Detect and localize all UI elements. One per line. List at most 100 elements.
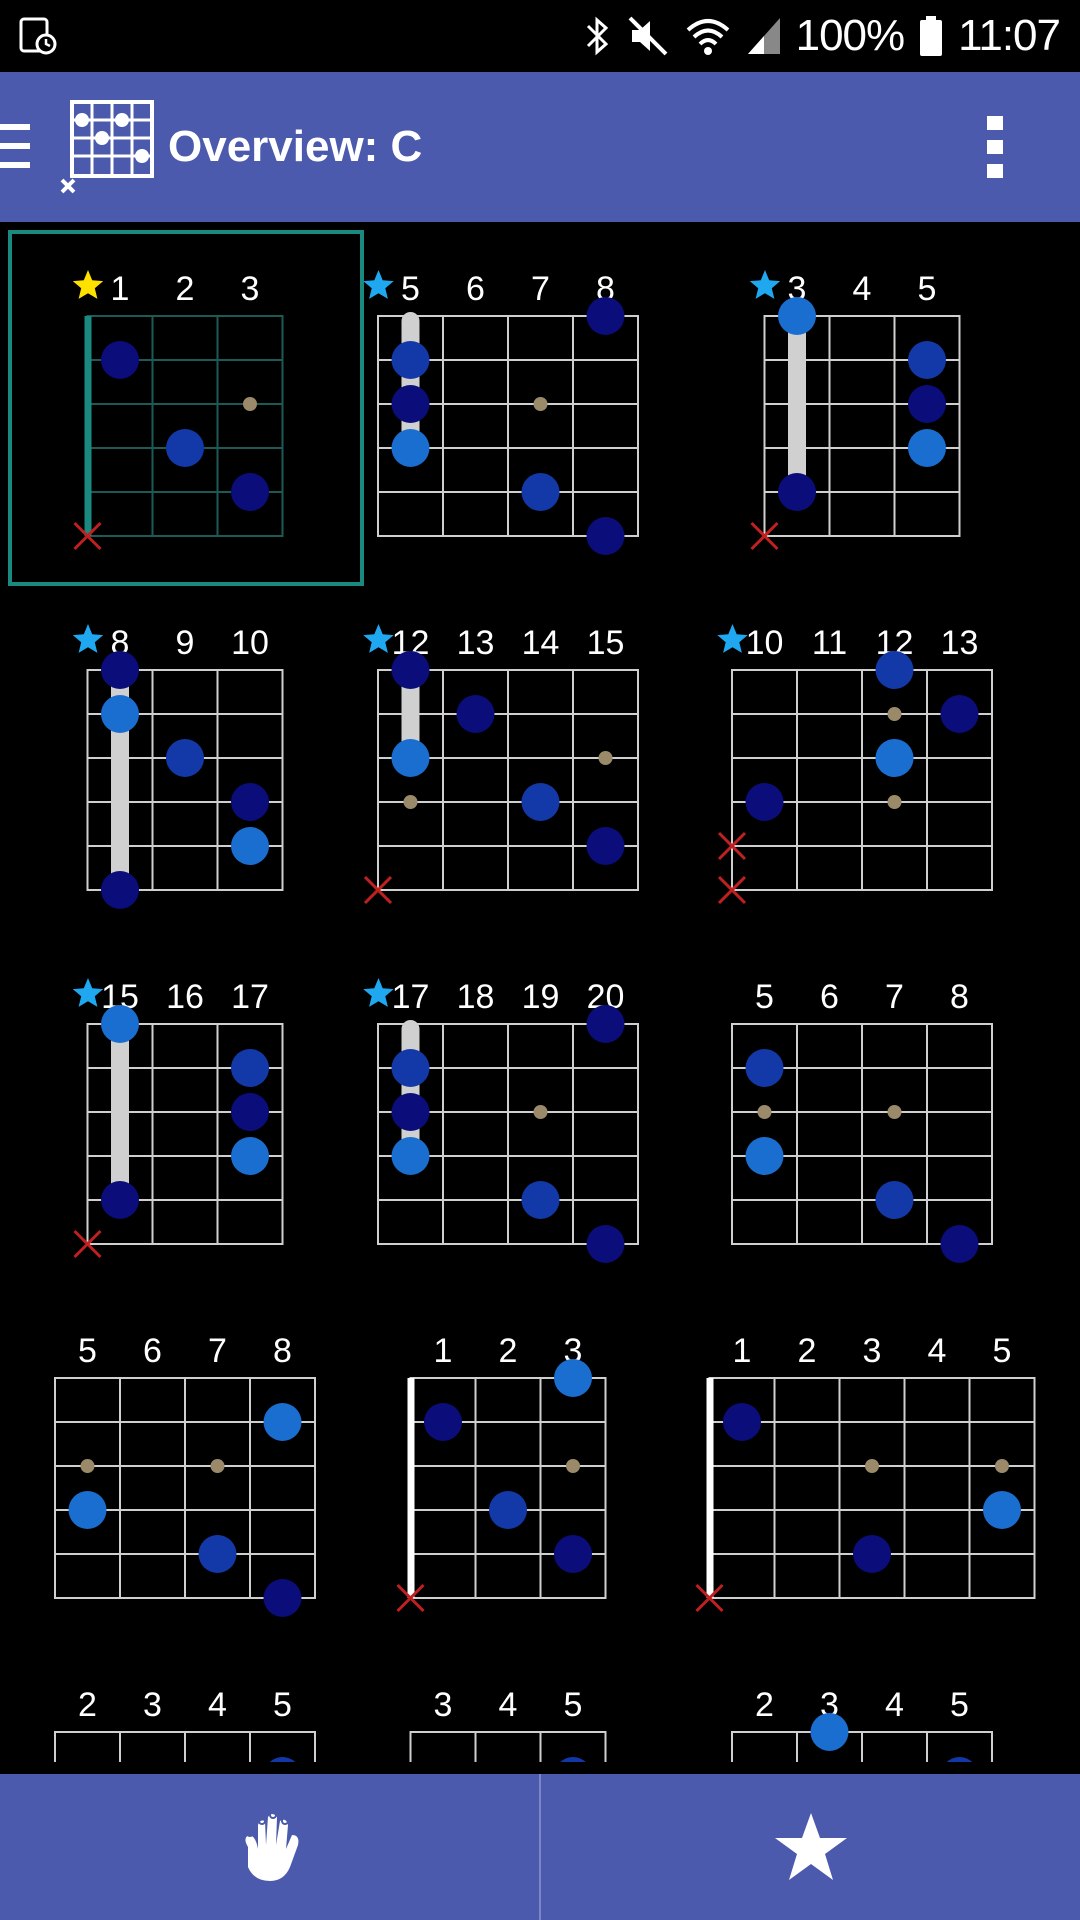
finger-dot bbox=[853, 1535, 891, 1573]
favorite-star-icon bbox=[363, 978, 394, 1007]
screen-timer-icon bbox=[19, 17, 57, 55]
finger-dot bbox=[983, 1491, 1021, 1529]
fret-number: 4 bbox=[208, 1686, 227, 1724]
mute-icon bbox=[628, 16, 668, 56]
fret-number: 5 bbox=[950, 1686, 969, 1724]
finger-dot bbox=[586, 1225, 625, 1263]
fret-number: 13 bbox=[941, 624, 979, 662]
fret-marker bbox=[533, 397, 548, 411]
fret-number: 4 bbox=[853, 270, 872, 308]
finger-mode-button[interactable] bbox=[0, 1774, 539, 1920]
finger-dot bbox=[586, 297, 625, 335]
page-title: Overview: C bbox=[168, 122, 423, 171]
finger-dot bbox=[810, 1713, 849, 1751]
fret-number: 7 bbox=[885, 978, 904, 1016]
finger-dot bbox=[166, 739, 204, 777]
fret-marker bbox=[757, 1105, 772, 1119]
finger-dot bbox=[231, 1093, 269, 1131]
finger-dot bbox=[875, 1181, 914, 1219]
fret-marker bbox=[887, 795, 902, 809]
chord-diagrams: 1 2 3 5 6 7 8 3 4 58 9 10 12 13 14 15 10 11 12 1315 16 17 17 18… bbox=[8, 230, 1036, 1762]
fret-number: 7 bbox=[531, 270, 550, 308]
fret-number: 3 bbox=[863, 1332, 882, 1370]
bottom-bar bbox=[0, 1774, 1080, 1920]
status-bar: 100% 11:07 bbox=[0, 0, 1080, 72]
finger-dot bbox=[166, 429, 204, 467]
finger-dot bbox=[231, 1049, 269, 1087]
battery-percent: 100% bbox=[795, 11, 906, 60]
finger-dot bbox=[231, 473, 269, 511]
app-logo-icon bbox=[60, 100, 154, 194]
finger-dot bbox=[391, 341, 430, 379]
finger-dot bbox=[521, 783, 560, 821]
fret-marker bbox=[865, 1459, 879, 1473]
finger-dot bbox=[456, 695, 495, 733]
finger-dot bbox=[554, 1535, 592, 1573]
finger-dot bbox=[269, 1757, 296, 1762]
finger-dot bbox=[908, 385, 946, 423]
chord-diagram[interactable]: 123 bbox=[8, 230, 364, 586]
finger-dot bbox=[586, 827, 625, 865]
fret-marker bbox=[598, 751, 613, 765]
fret-number: 4 bbox=[928, 1332, 947, 1370]
fret-marker bbox=[995, 1459, 1009, 1473]
fret-marker bbox=[887, 1105, 902, 1119]
fret-number: 9 bbox=[176, 624, 195, 662]
favorites-button[interactable] bbox=[541, 1774, 1080, 1920]
fret-number: 11 bbox=[812, 624, 847, 662]
fret-number: 14 bbox=[522, 624, 560, 662]
chord-diagram[interactable]: 10 11 12 13 bbox=[717, 624, 993, 905]
fret-number: 17 bbox=[231, 978, 269, 1016]
finger-dot bbox=[778, 297, 816, 335]
fret-number: 17 bbox=[392, 978, 430, 1016]
fret-number: 5 bbox=[918, 270, 937, 308]
favorite-star-icon bbox=[72, 978, 104, 1007]
clock: 11:07 bbox=[958, 11, 1061, 60]
finger-dot bbox=[908, 429, 946, 467]
chord-diagram[interactable]: 8 9 10 bbox=[72, 624, 284, 909]
chord-diagram[interactable]: 15 16 17 bbox=[72, 978, 284, 1259]
chord-diagram[interactable]: 345 bbox=[749, 270, 961, 551]
finger-dot bbox=[940, 1225, 979, 1263]
fret-marker bbox=[566, 1459, 580, 1473]
menu-icon[interactable] bbox=[0, 120, 34, 172]
finger-dot bbox=[391, 1049, 430, 1087]
signal-icon bbox=[747, 18, 780, 54]
finger-dot bbox=[391, 739, 430, 777]
barre bbox=[788, 312, 806, 496]
fret-marker bbox=[80, 1459, 95, 1473]
finger-dot bbox=[231, 783, 269, 821]
finger-dot bbox=[391, 1093, 430, 1131]
finger-dot bbox=[68, 1491, 107, 1529]
chord-diagram[interactable]: 2345 bbox=[54, 1686, 316, 1762]
fret-number: 3 bbox=[241, 270, 260, 308]
chord-diagram[interactable]: 345 bbox=[409, 1686, 607, 1762]
overflow-menu-icon[interactable] bbox=[980, 112, 1010, 182]
fret-number: 6 bbox=[466, 270, 485, 308]
fret-number: 18 bbox=[457, 978, 495, 1016]
fret-number: 1 bbox=[111, 270, 130, 308]
chord-diagram[interactable]: 5678 bbox=[363, 270, 639, 555]
finger-dot bbox=[586, 1005, 625, 1043]
finger-dot bbox=[778, 473, 816, 511]
chord-diagram[interactable]: 12 13 14 15 bbox=[363, 624, 639, 905]
chord-diagram[interactable]: 5678 bbox=[54, 1332, 316, 1617]
favorite-star-icon bbox=[72, 270, 104, 299]
fret-number: 3 bbox=[143, 1686, 162, 1724]
barre bbox=[111, 1020, 129, 1204]
finger-dot bbox=[231, 827, 269, 865]
finger-dot bbox=[875, 739, 914, 777]
chord-diagram[interactable]: 1 2 3 4 5 bbox=[695, 1332, 1036, 1613]
fret-number: 1 bbox=[733, 1332, 752, 1370]
chord-diagram[interactable]: 5678 bbox=[731, 978, 993, 1263]
finger-dot bbox=[940, 695, 979, 733]
chord-diagram[interactable]: 123 bbox=[396, 1332, 607, 1613]
finger-dot bbox=[101, 871, 139, 909]
fret-marker bbox=[887, 707, 902, 721]
nut bbox=[84, 316, 92, 536]
finger-dot bbox=[521, 1181, 560, 1219]
favorite-star-icon bbox=[363, 624, 394, 653]
fret-number: 13 bbox=[457, 624, 495, 662]
chord-diagram[interactable]: 2345 bbox=[731, 1686, 993, 1762]
chord-diagram[interactable]: 17 18 19 20 bbox=[363, 978, 639, 1263]
